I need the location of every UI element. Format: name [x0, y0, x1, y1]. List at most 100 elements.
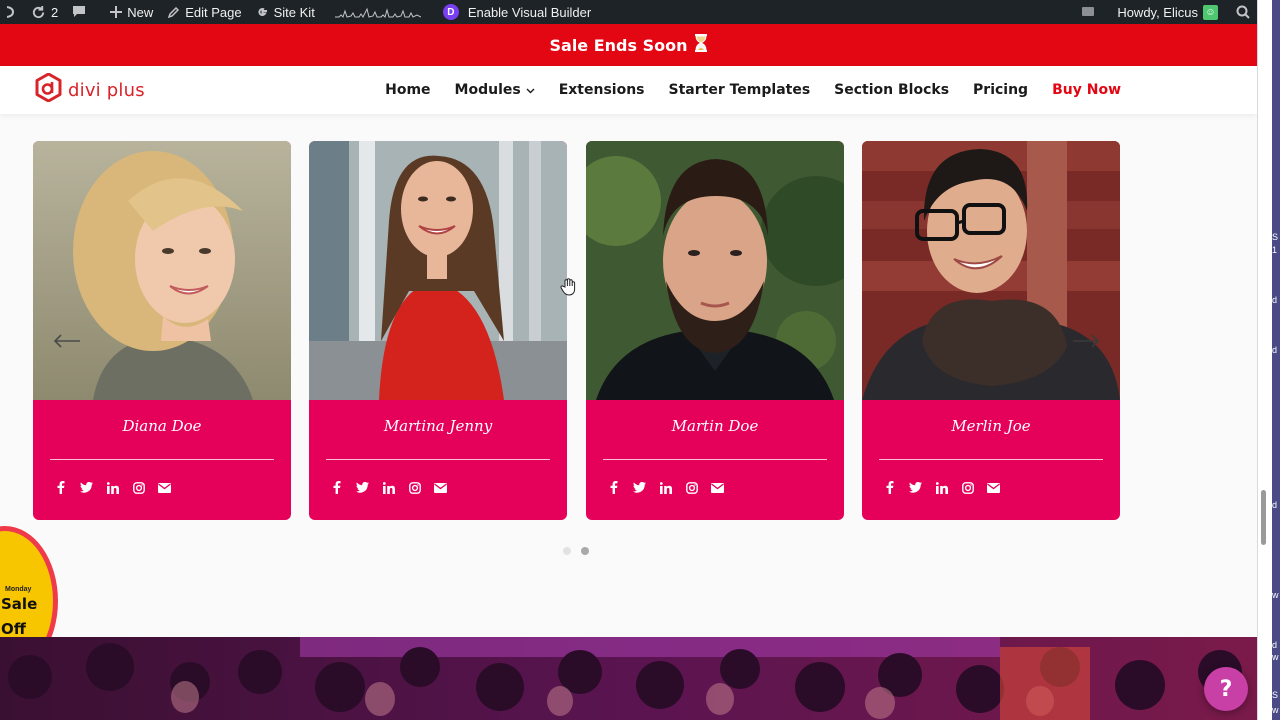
team-member-card[interactable]: Merlin Joe [862, 141, 1120, 520]
strip-text: d [1272, 640, 1278, 650]
nav-modules-label: Modules [454, 82, 521, 98]
divider [50, 459, 274, 460]
site-kit-button[interactable]: Site Kit [249, 0, 322, 24]
social-links [53, 480, 172, 495]
strip-text: w [1272, 705, 1279, 715]
strip-text: w [1272, 652, 1279, 662]
chevron-down-icon [526, 82, 535, 98]
nav-starter-templates[interactable]: Starter Templates [669, 82, 811, 98]
carousel-dot-active[interactable] [581, 547, 589, 555]
divi-plus-logo-icon [35, 72, 62, 107]
updates-count: 2 [51, 4, 59, 20]
linkedin-icon[interactable] [381, 480, 396, 495]
strip-text: d [1272, 295, 1278, 305]
team-member-photo [309, 141, 567, 400]
divider [879, 459, 1103, 460]
admin-search-button[interactable] [1229, 0, 1257, 24]
comments-link[interactable] [65, 0, 93, 24]
promo-big-text: Sale [1, 595, 38, 613]
carousel-pagination [563, 547, 589, 555]
twitter-icon[interactable] [632, 480, 647, 495]
admin-bar: 2 New Edit Page Site Kit D Enable Visual… [0, 0, 1257, 24]
plus-icon [110, 6, 123, 18]
team-member-card[interactable]: Diana Doe [33, 141, 291, 520]
nav-section-blocks[interactable]: Section Blocks [834, 82, 949, 98]
nav-modules[interactable]: Modules [455, 82, 535, 98]
facebook-icon[interactable] [882, 480, 897, 495]
event-crowd-banner-image [0, 637, 1257, 720]
comments-icon [72, 5, 86, 19]
strip-text: w [1272, 590, 1279, 600]
team-member-name: Merlin Joe [951, 417, 1031, 435]
email-icon[interactable] [157, 480, 172, 495]
nav-extensions[interactable]: Extensions [559, 82, 645, 98]
linkedin-icon[interactable] [105, 480, 120, 495]
site-kit-label: Site Kit [273, 4, 315, 20]
carousel-next-arrow-icon[interactable] [1072, 334, 1100, 353]
linkedin-icon[interactable] [934, 480, 949, 495]
updates-link[interactable]: 2 [24, 0, 65, 24]
user-account-menu[interactable]: Howdy, Elicus ☺ [1110, 0, 1225, 24]
howdy-label: Howdy, Elicus [1117, 4, 1198, 20]
strip-text: S [1272, 232, 1279, 242]
carousel-prev-arrow-icon[interactable] [53, 334, 81, 353]
search-icon [1236, 5, 1250, 19]
nav-buy-now-label: Buy Now [1052, 82, 1121, 98]
strip-text: 1 [1272, 245, 1278, 255]
strip-text: S [1272, 690, 1279, 700]
page-scrollbar[interactable] [1261, 490, 1266, 545]
help-chat-button[interactable]: ? [1204, 667, 1248, 711]
nav-starter-templates-label: Starter Templates [668, 82, 811, 98]
nav-home-label: Home [385, 82, 431, 98]
stats-sparkline[interactable] [328, 0, 428, 24]
instagram-icon[interactable] [684, 480, 699, 495]
edit-page-button[interactable]: Edit Page [160, 0, 248, 24]
facebook-icon[interactable] [606, 480, 621, 495]
nav-home[interactable]: Home [385, 82, 430, 98]
site-header: divi plus Home Modules Extensions Starte… [0, 66, 1257, 114]
instagram-icon[interactable] [131, 480, 146, 495]
main-nav: Home Modules Extensions Starter Template… [385, 82, 1121, 98]
team-member-photo [33, 141, 291, 400]
logo-text: divi plus [68, 79, 145, 101]
new-content-button[interactable]: New [103, 0, 160, 24]
team-member-card[interactable]: Martina Jenny [309, 141, 567, 520]
email-icon[interactable] [433, 480, 448, 495]
divider [603, 459, 827, 460]
updates-icon [31, 5, 46, 20]
site-logo[interactable]: divi plus [35, 72, 145, 107]
google-g-icon [256, 6, 269, 19]
facebook-icon[interactable] [53, 480, 68, 495]
sale-banner[interactable]: Sale Ends Soon [0, 24, 1257, 66]
email-icon[interactable] [986, 480, 1001, 495]
team-member-card[interactable]: Martin Doe [586, 141, 844, 520]
social-links [606, 480, 725, 495]
avatar-icon: ☺ [1203, 4, 1218, 20]
nav-pricing[interactable]: Pricing [973, 82, 1028, 98]
strip-text: d [1272, 500, 1278, 510]
instagram-icon[interactable] [960, 480, 975, 495]
visual-builder-button[interactable]: D Enable Visual Builder [436, 0, 598, 24]
divider [326, 459, 550, 460]
pencil-icon [167, 6, 180, 19]
twitter-icon[interactable] [908, 480, 923, 495]
twitter-icon[interactable] [355, 480, 370, 495]
email-icon[interactable] [710, 480, 725, 495]
social-links [882, 480, 1001, 495]
screen-options-icon [1081, 5, 1095, 19]
sparkline-icon [334, 5, 421, 19]
nav-section-blocks-label: Section Blocks [834, 82, 950, 98]
facebook-icon[interactable] [329, 480, 344, 495]
twitter-icon[interactable] [79, 480, 94, 495]
team-member-name: Diana Doe [122, 417, 202, 435]
linkedin-icon[interactable] [658, 480, 673, 495]
nav-extensions-label: Extensions [558, 82, 645, 98]
wordpress-menu[interactable] [0, 0, 24, 24]
nav-buy-now[interactable]: Buy Now [1052, 82, 1121, 98]
nav-pricing-label: Pricing [973, 82, 1029, 98]
instagram-icon[interactable] [407, 480, 422, 495]
adjacent-window-strip: S 1 d d d w d w S w [1257, 0, 1280, 720]
divi-icon: D [442, 4, 459, 20]
screen-options-button[interactable] [1074, 0, 1102, 24]
carousel-dot[interactable] [563, 547, 571, 555]
